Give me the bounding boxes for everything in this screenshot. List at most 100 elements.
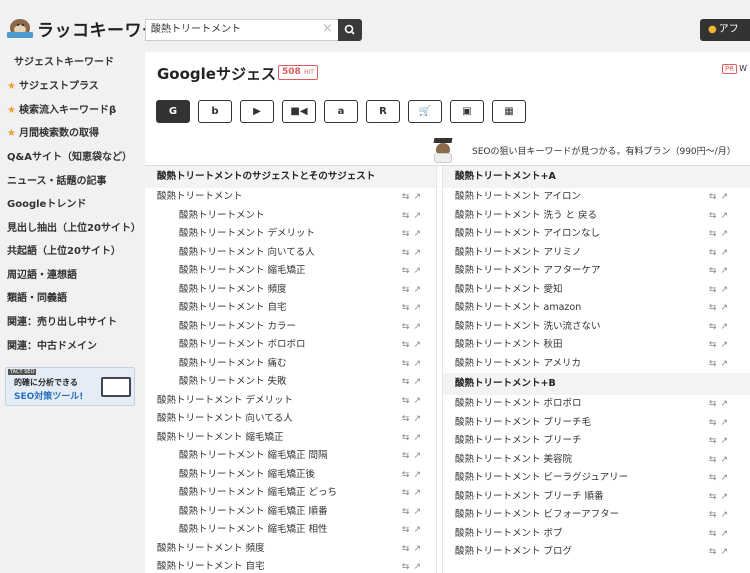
keyword-row[interactable]: 酸熱トリートメント ブログ ⇆↗: [443, 543, 750, 562]
retweet-icon[interactable]: ⇆: [709, 455, 721, 465]
affiliate-button[interactable]: ● アフ: [700, 19, 750, 41]
retweet-icon[interactable]: ⇆: [402, 525, 414, 535]
keyword-row[interactable]: 酸熱トリートメント 自宅 ⇆↗: [145, 299, 436, 318]
keyword-text[interactable]: 酸熱トリートメント: [179, 207, 265, 226]
keyword-text[interactable]: 酸熱トリートメント ブリーチ毛: [455, 414, 591, 433]
keyword-row[interactable]: 酸熱トリートメント アリミノ ⇆↗: [443, 244, 750, 263]
keyword-row[interactable]: 酸熱トリートメント 縮毛矯正 どっち ⇆↗: [145, 484, 436, 503]
keyword-row[interactable]: 酸熱トリートメント ブリーチ ⇆↗: [443, 432, 750, 451]
keyword-text[interactable]: 酸熱トリートメント 縮毛矯正: [179, 262, 306, 281]
external-link-icon[interactable]: ↗: [720, 229, 732, 239]
keyword-row[interactable]: 酸熱トリートメント 頻度 ⇆↗: [145, 540, 436, 559]
retweet-icon[interactable]: ⇆: [402, 433, 414, 443]
retweet-icon[interactable]: ⇆: [709, 340, 721, 350]
retweet-icon[interactable]: ⇆: [709, 492, 721, 502]
external-link-icon[interactable]: ↗: [413, 192, 425, 202]
retweet-icon[interactable]: ⇆: [402, 451, 414, 461]
retweet-icon[interactable]: ⇆: [402, 229, 414, 239]
tool-google[interactable]: G: [156, 100, 190, 123]
tool-youtube[interactable]: ▶: [240, 100, 274, 123]
retweet-icon[interactable]: ⇆: [709, 359, 721, 369]
keyword-text[interactable]: 酸熱トリートメント 縮毛矯正 相性: [179, 521, 328, 540]
keyword-text[interactable]: 酸熱トリートメント デメリット: [157, 392, 293, 411]
external-link-icon[interactable]: ↗: [720, 418, 732, 428]
sidebar-item-search-inflow[interactable]: ★ 検索流入キーワードβ: [7, 100, 116, 122]
keyword-row[interactable]: 酸熱トリートメント 縮毛矯正 順番 ⇆↗: [145, 503, 436, 522]
external-link-icon[interactable]: ↗: [720, 211, 732, 221]
keyword-text[interactable]: 酸熱トリートメント 縮毛矯正後: [179, 466, 315, 485]
external-link-icon[interactable]: ↗: [720, 492, 732, 502]
external-link-icon[interactable]: ↗: [720, 529, 732, 539]
retweet-icon[interactable]: ⇆: [402, 507, 414, 517]
retweet-icon[interactable]: ⇆: [402, 285, 414, 295]
keyword-row[interactable]: 酸熱トリートメント ブリーチ毛 ⇆↗: [443, 414, 750, 433]
tool-shopping[interactable]: 🛒: [408, 100, 442, 123]
tool-app[interactable]: ▦: [492, 100, 526, 123]
retweet-icon[interactable]: ⇆: [402, 359, 414, 369]
sidebar-item-sites-for-sale[interactable]: 関連：売り出し中サイト: [7, 312, 117, 334]
keyword-text[interactable]: 酸熱トリートメント 痛む: [179, 355, 287, 374]
external-link-icon[interactable]: ↗: [720, 399, 732, 409]
sidebar-item-google-trends[interactable]: Googleトレンド: [7, 194, 86, 216]
keyword-text[interactable]: 酸熱トリートメント 失敗: [179, 373, 287, 392]
keyword-row[interactable]: 酸熱トリートメント 洗い流さない ⇆↗: [443, 318, 750, 337]
keyword-row[interactable]: 酸熱トリートメント デメリット ⇆↗: [145, 392, 436, 411]
keyword-text[interactable]: 酸熱トリートメント ブリーチ: [455, 432, 582, 451]
keyword-row[interactable]: 酸熱トリートメント ブリーチ 順番 ⇆↗: [443, 488, 750, 507]
external-link-icon[interactable]: ↗: [720, 303, 732, 313]
sidebar-item-cooccurrence[interactable]: 共起語（上位20サイト）: [7, 241, 121, 263]
external-link-icon[interactable]: ↗: [413, 211, 425, 221]
external-link-icon[interactable]: ↗: [413, 285, 425, 295]
keyword-text[interactable]: 酸熱トリートメント 頻度: [157, 540, 265, 559]
keyword-row[interactable]: 酸熱トリートメント デメリット ⇆↗: [145, 225, 436, 244]
keyword-text[interactable]: 酸熱トリートメント アメリカ: [455, 355, 581, 374]
retweet-icon[interactable]: ⇆: [709, 473, 721, 483]
retweet-icon[interactable]: ⇆: [402, 192, 414, 202]
retweet-icon[interactable]: ⇆: [709, 285, 721, 295]
keyword-text[interactable]: 酸熱トリートメント アフターケア: [455, 262, 601, 281]
sidebar-item-headings[interactable]: 見出し抽出（上位20サイト）: [7, 218, 141, 240]
keyword-row[interactable]: 酸熱トリートメント 愛知 ⇆↗: [443, 281, 750, 300]
keyword-row[interactable]: 酸熱トリートメント カラー ⇆↗: [145, 318, 436, 337]
keyword-text[interactable]: 酸熱トリートメント ビフォーアフター: [455, 506, 619, 525]
keyword-row[interactable]: 酸熱トリートメント ボブ ⇆↗: [443, 525, 750, 544]
retweet-icon[interactable]: ⇆: [402, 266, 414, 276]
keyword-row[interactable]: 酸熱トリートメント 縮毛矯正 間隔 ⇆↗: [145, 447, 436, 466]
retweet-icon[interactable]: ⇆: [709, 266, 721, 276]
keyword-text[interactable]: 酸熱トリートメント ボロボロ: [179, 336, 306, 355]
search-input[interactable]: 酸熱トリートメント: [145, 19, 338, 41]
external-link-icon[interactable]: ↗: [720, 340, 732, 350]
promo-banner[interactable]: SEOの狙い目キーワードが見つかる。有料プラン（990円〜/月）: [145, 135, 750, 165]
keyword-row[interactable]: 酸熱トリートメント 痛む ⇆↗: [145, 355, 436, 374]
keyword-row[interactable]: 酸熱トリートメント 縮毛矯正後 ⇆↗: [145, 466, 436, 485]
keyword-row[interactable]: 酸熱トリートメント 秋田 ⇆↗: [443, 336, 750, 355]
retweet-icon[interactable]: ⇆: [402, 248, 414, 258]
keyword-text[interactable]: 酸熱トリートメント ボブ: [455, 525, 563, 544]
keyword-text[interactable]: 酸熱トリートメント アイロンなし: [455, 225, 600, 244]
retweet-icon[interactable]: ⇆: [709, 510, 721, 520]
external-link-icon[interactable]: ↗: [413, 414, 425, 424]
external-link-icon[interactable]: ↗: [720, 455, 732, 465]
keyword-text[interactable]: 酸熱トリートメント カラー: [179, 318, 296, 337]
retweet-icon[interactable]: ⇆: [709, 399, 721, 409]
external-link-icon[interactable]: ↗: [413, 470, 425, 480]
retweet-icon[interactable]: ⇆: [709, 529, 721, 539]
retweet-icon[interactable]: ⇆: [402, 414, 414, 424]
tool-video[interactable]: ■◀: [282, 100, 316, 123]
sidebar-item-suggest-plus[interactable]: ★ サジェストプラス: [7, 76, 99, 98]
keyword-text[interactable]: 酸熱トリートメント 洗い流さない: [455, 318, 601, 337]
keyword-text[interactable]: 酸熱トリートメント 縮毛矯正: [157, 429, 284, 448]
retweet-icon[interactable]: ⇆: [402, 562, 414, 572]
keyword-row[interactable]: 酸熱トリートメント ⇆↗: [145, 188, 436, 207]
external-link-icon[interactable]: ↗: [413, 451, 425, 461]
keyword-text[interactable]: 酸熱トリートメント デメリット: [179, 225, 315, 244]
pr-badge[interactable]: PR W: [722, 64, 747, 74]
retweet-icon[interactable]: ⇆: [402, 470, 414, 480]
external-link-icon[interactable]: ↗: [413, 359, 425, 369]
sidebar-item-qa-sites[interactable]: Q&Aサイト（知恵袋など）: [7, 147, 132, 169]
external-link-icon[interactable]: ↗: [720, 359, 732, 369]
external-link-icon[interactable]: ↗: [720, 285, 732, 295]
retweet-icon[interactable]: ⇆: [709, 192, 721, 202]
keyword-text[interactable]: 酸熱トリートメント 縮毛矯正 間隔: [179, 447, 328, 466]
retweet-icon[interactable]: ⇆: [709, 229, 721, 239]
